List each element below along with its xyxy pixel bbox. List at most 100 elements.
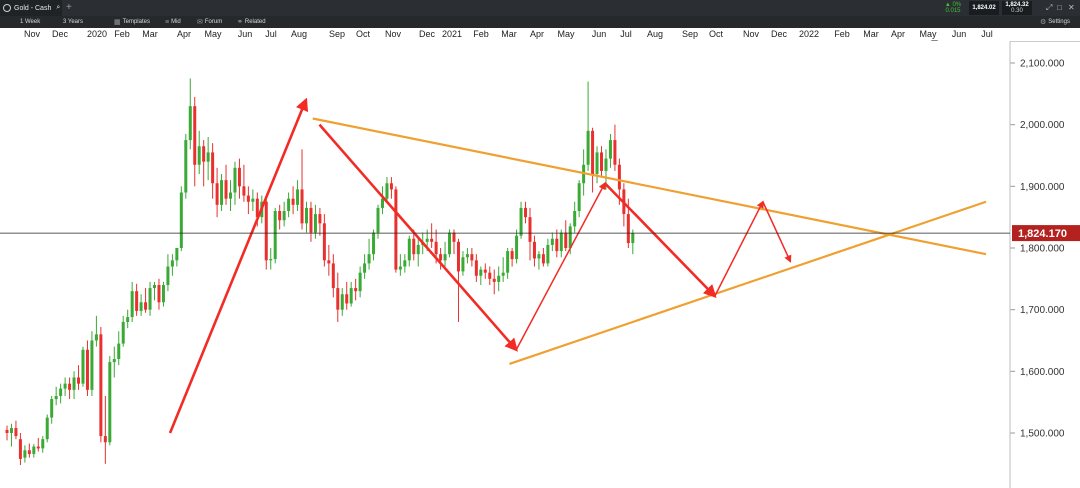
candle-up bbox=[179, 192, 183, 248]
spread-value: 0.30 bbox=[1011, 8, 1023, 14]
candle-down bbox=[264, 201, 268, 261]
candle-up bbox=[608, 140, 612, 159]
candle-up bbox=[251, 198, 255, 202]
new-tab-button[interactable]: + bbox=[66, 2, 72, 13]
y-tick-label: 1,600.000 bbox=[1020, 367, 1065, 378]
templates-button[interactable]: ▦ Templates bbox=[114, 16, 150, 28]
candle-down bbox=[27, 450, 31, 454]
month-label: May bbox=[204, 29, 222, 39]
ask-price-button[interactable]: 1,824.32 0.30 bbox=[1002, 1, 1032, 15]
candle-up bbox=[363, 263, 367, 273]
clock-icon bbox=[3, 4, 11, 12]
time-axis[interactable]: Nov Dec 2020 Feb Mar Apr May Jun Jul Aug Sep Oct Nov… bbox=[0, 28, 1080, 42]
forum-label: Forum bbox=[204, 19, 223, 25]
close-icon[interactable]: ✕ bbox=[1068, 3, 1075, 12]
month-label: Sep bbox=[681, 29, 699, 39]
candle-down bbox=[309, 207, 313, 233]
candle-down bbox=[626, 214, 630, 244]
month-label: Mar bbox=[142, 29, 158, 39]
related-button[interactable]: ⚭ Related bbox=[237, 16, 266, 28]
candle-down bbox=[103, 436, 107, 443]
candle-up bbox=[161, 285, 165, 303]
candle-up bbox=[519, 207, 523, 236]
candle-up bbox=[367, 254, 371, 264]
candle-down bbox=[617, 164, 621, 190]
change-abs: 0.015 bbox=[945, 8, 961, 14]
candle-up bbox=[296, 189, 300, 205]
candle-down bbox=[144, 302, 148, 310]
month-label: Apr bbox=[529, 29, 545, 39]
title-bar: Gold - Cash ⌕ + ▲ 0% 0.015 1,824.02 1,82… bbox=[0, 0, 1080, 16]
candle-up bbox=[559, 232, 563, 252]
candle-up bbox=[497, 275, 501, 282]
month-label: May bbox=[557, 29, 575, 39]
month-label: Feb bbox=[114, 29, 130, 39]
forum-button[interactable]: ✉ Forum bbox=[197, 16, 222, 28]
candle-down bbox=[613, 140, 617, 165]
candle-down bbox=[202, 146, 206, 162]
month-label: Sep bbox=[328, 29, 346, 39]
month-label: Jul bbox=[981, 29, 993, 39]
bars-icon: ≡ bbox=[165, 18, 170, 26]
candle-down bbox=[474, 260, 478, 276]
candle-down bbox=[555, 238, 559, 252]
candle-down bbox=[412, 238, 416, 255]
month-label: Dec bbox=[418, 29, 436, 39]
settings-button[interactable]: ⚙ Settings bbox=[1040, 16, 1070, 28]
maximize-icon[interactable]: □ bbox=[1057, 3, 1062, 12]
candle-down bbox=[318, 214, 322, 224]
month-label: Apr bbox=[176, 29, 192, 39]
month-label: 2021 bbox=[441, 29, 463, 39]
month-label: Feb bbox=[473, 29, 489, 39]
candle-down bbox=[430, 238, 434, 242]
candle-up bbox=[586, 130, 590, 165]
candle-up bbox=[546, 244, 550, 264]
candle-up bbox=[595, 152, 599, 174]
candle-up bbox=[550, 238, 554, 245]
gear-icon: ⚙ bbox=[1040, 19, 1047, 26]
interval-selector[interactable]: 1 Week bbox=[20, 16, 40, 28]
related-label: Related bbox=[244, 19, 266, 25]
month-label: Jun bbox=[591, 29, 607, 39]
grid-icon: ▦ bbox=[114, 19, 121, 26]
candle-up bbox=[269, 259, 273, 261]
chart-toolbar: 1 Week 3 Years ▦ Templates ≡ Mid ✉ Forum ⚭ R… bbox=[0, 16, 1080, 28]
candle-up bbox=[604, 158, 608, 171]
candle-down bbox=[354, 288, 358, 292]
candle-up bbox=[273, 211, 277, 260]
candle-down bbox=[345, 294, 349, 304]
instrument-tab[interactable]: Gold - Cash ⌕ bbox=[0, 0, 62, 16]
candle-down bbox=[14, 428, 18, 437]
popout-icon[interactable]: ⤢ bbox=[1046, 3, 1052, 13]
candle-up bbox=[349, 288, 353, 304]
candle-up bbox=[358, 272, 362, 292]
plot-area bbox=[0, 41, 1010, 488]
candle-up bbox=[416, 244, 420, 255]
candle-down bbox=[532, 241, 536, 259]
candle-up bbox=[313, 214, 317, 233]
mid-button[interactable]: ≡ Mid bbox=[165, 16, 181, 28]
candle-down bbox=[193, 106, 197, 165]
candle-down bbox=[600, 152, 604, 171]
month-label: Mar bbox=[501, 29, 517, 39]
candle-up bbox=[41, 439, 45, 449]
month-label: Dec bbox=[770, 29, 788, 39]
search-icon[interactable]: ⌕ bbox=[56, 4, 60, 12]
price-chart[interactable]: 2,100.000 2,000.000 1,900.000 1,800.000 1,70… bbox=[0, 41, 1080, 488]
month-label: Feb bbox=[834, 29, 850, 39]
month-label: Oct bbox=[355, 29, 371, 39]
candle-up bbox=[197, 146, 201, 165]
candle-up bbox=[117, 343, 121, 359]
month-label: May bbox=[919, 29, 937, 39]
bid-price-button[interactable]: 1,824.02 bbox=[969, 1, 999, 15]
month-label: Nov bbox=[742, 29, 760, 39]
range-selector[interactable]: 3 Years bbox=[63, 16, 83, 28]
candle-up bbox=[385, 183, 389, 199]
candle-down bbox=[492, 278, 496, 282]
candle-down bbox=[300, 189, 304, 224]
candle-up bbox=[398, 266, 402, 270]
candle-up bbox=[175, 248, 179, 261]
candle-up bbox=[126, 317, 130, 322]
candle-up bbox=[23, 450, 27, 458]
candle-down bbox=[85, 349, 89, 390]
